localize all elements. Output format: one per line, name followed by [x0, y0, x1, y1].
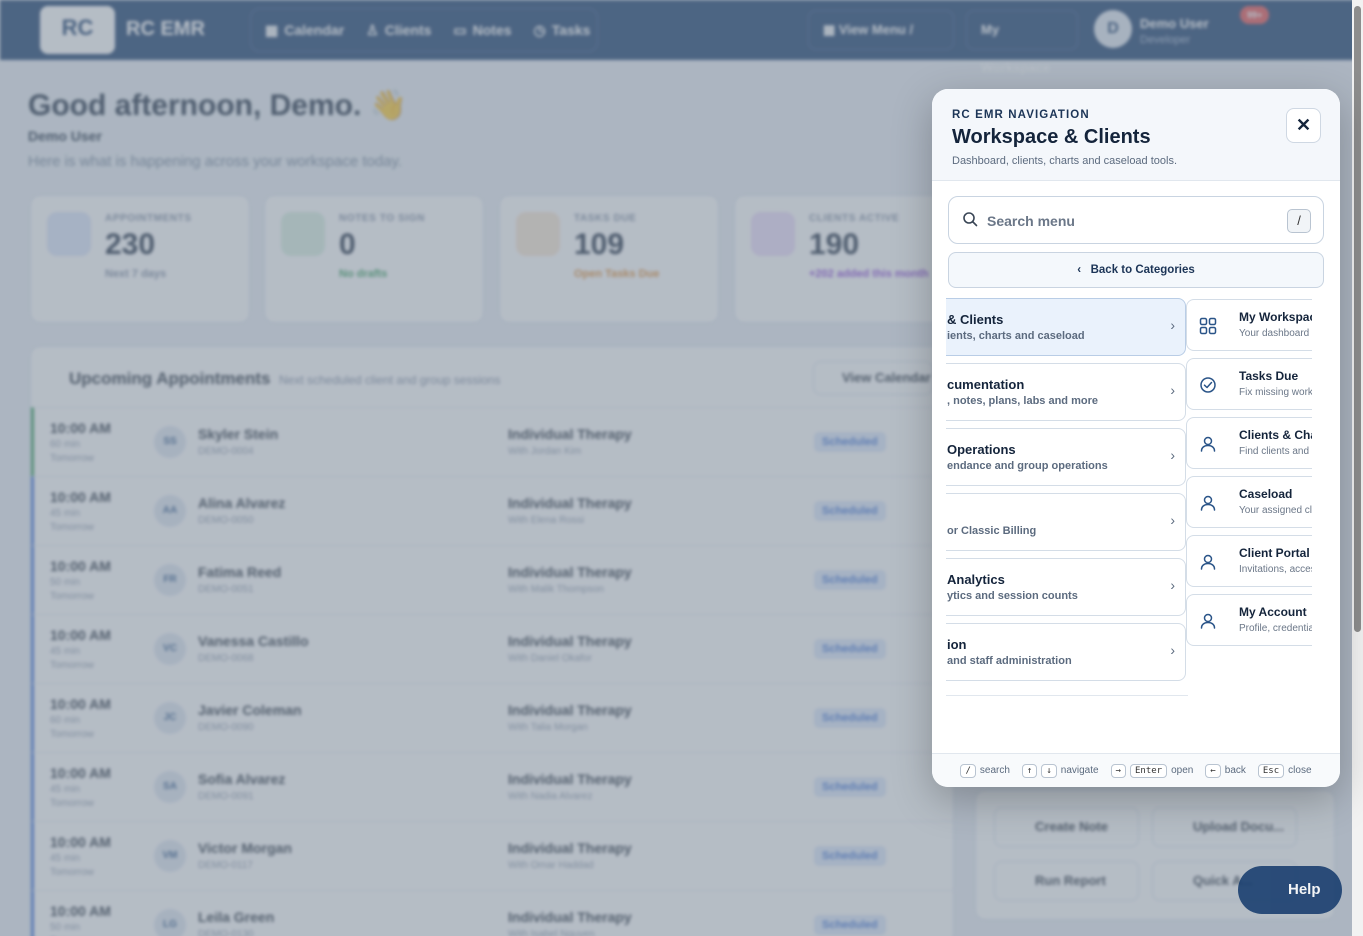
category-list: & Clients ients, charts and caseload › cum… [946, 297, 1188, 697]
search-input[interactable]: Search menu [987, 213, 1075, 229]
user-icon [1200, 613, 1216, 629]
keyboard-hints: / search ↑ ↓ navigate → Enter open ← back Esc c… [932, 753, 1340, 787]
menu-item-tasks-due[interactable]: Tasks Due Fix missing work [1186, 358, 1312, 410]
panel-eyebrow: RC EMR NAVIGATION [952, 109, 1090, 121]
hint-search: search [979, 765, 1010, 776]
menu-item-clients-charts[interactable]: Clients & Cha Find clients and c [1186, 417, 1312, 469]
back-label: Back to Categories [1090, 264, 1195, 276]
user-icon [1200, 554, 1216, 570]
category-desc: endance and group operations [947, 460, 1108, 472]
category-title: & Clients [947, 312, 1004, 327]
category-title: cumentation [947, 377, 1025, 392]
chevron-right-icon: › [1170, 577, 1175, 593]
item-title: Caseload [1239, 487, 1293, 501]
chevron-right-icon: › [1170, 382, 1175, 398]
search-menu-field[interactable]: Search menu / [948, 196, 1324, 244]
panel-description: Dashboard, clients, charts and caseload … [952, 155, 1178, 167]
category-analytics[interactable]: Analytics ytics and session counts › [946, 558, 1186, 616]
chevron-right-icon: › [1170, 512, 1175, 528]
category-documentation[interactable]: cumentation , notes, plans, labs and more… [946, 363, 1186, 421]
check-circle-icon [1200, 377, 1216, 393]
user-icon [1200, 436, 1216, 452]
key-left: ← [1205, 763, 1221, 778]
category-desc: and staff administration [947, 655, 1072, 667]
item-desc: Find clients and c [1239, 446, 1312, 457]
category-workspace-clients[interactable]: & Clients ients, charts and caseload › [946, 298, 1186, 356]
scrollbar-thumb[interactable] [1354, 6, 1361, 632]
page-scrollbar[interactable] [1352, 0, 1363, 936]
help-label: Help [1288, 881, 1321, 898]
item-title: Client Portal [1239, 546, 1310, 560]
item-desc: Invitations, acces [1239, 564, 1312, 575]
key-down: ↓ [1041, 763, 1057, 778]
hint-open: open [1171, 765, 1194, 776]
close-icon: ✕ [1295, 115, 1312, 135]
panel-header: RC EMR NAVIGATION Workspace & Clients Da… [932, 89, 1340, 181]
user-icon [1200, 495, 1216, 511]
chevron-left-icon: ‹ [1077, 264, 1091, 276]
divider [946, 695, 1188, 696]
item-desc: Fix missing work [1239, 387, 1312, 398]
key-esc: Esc [1257, 763, 1285, 778]
chevron-right-icon: › [1170, 447, 1175, 463]
key-enter: Enter [1130, 763, 1168, 778]
key-right: → [1110, 763, 1126, 778]
menu-item-list: My Workspace Your dashboard a Tasks Due … [1186, 299, 1312, 699]
hint-back: back [1224, 765, 1246, 776]
navigation-panel: RC EMR NAVIGATION Workspace & Clients Da… [932, 89, 1340, 787]
hint-close: close [1288, 765, 1312, 776]
search-icon [963, 212, 978, 227]
menu-item-caseload[interactable]: Caseload Your assigned cli [1186, 476, 1312, 528]
category-title: Analytics [947, 572, 1005, 587]
category-desc: , notes, plans, labs and more [947, 395, 1098, 407]
help-button[interactable]: Help [1238, 866, 1342, 914]
item-title: My Workspace [1239, 310, 1312, 324]
item-desc: Your dashboard a [1239, 328, 1312, 339]
category-title: ion [947, 637, 967, 652]
grid-icon [1199, 317, 1217, 335]
category-administration[interactable]: ion and staff administration › [946, 623, 1186, 681]
item-title: My Account [1239, 605, 1307, 619]
menu-item-my-account[interactable]: My Account Profile, credentia [1186, 594, 1312, 646]
category-desc: ytics and session counts [947, 590, 1078, 602]
category-billing[interactable]: or Classic Billing › [946, 493, 1186, 551]
chevron-right-icon: › [1170, 642, 1175, 658]
category-desc: or Classic Billing [947, 525, 1037, 537]
hint-navigate: navigate [1060, 765, 1099, 776]
item-desc: Your assigned cli [1239, 505, 1312, 516]
panel-title: Workspace & Clients [952, 126, 1151, 148]
search-shortcut-key: / [1287, 209, 1311, 233]
key-slash: / [960, 763, 976, 778]
menu-item-client-portal[interactable]: Client Portal Invitations, acces [1186, 535, 1312, 587]
item-title: Tasks Due [1239, 369, 1299, 383]
category-operations[interactable]: Operations endance and group operations › [946, 428, 1186, 486]
item-title: Clients & Cha [1239, 428, 1312, 442]
close-button[interactable]: ✕ [1286, 108, 1321, 143]
chevron-right-icon: › [1170, 317, 1175, 333]
item-desc: Profile, credentia [1239, 623, 1312, 634]
key-up: ↑ [1021, 763, 1038, 778]
category-title: Operations [947, 442, 1016, 457]
category-desc: ients, charts and caseload [947, 330, 1085, 342]
menu-item-my-workspace[interactable]: My Workspace Your dashboard a [1186, 299, 1312, 351]
back-to-categories-button[interactable]: ‹ Back to Categories [948, 252, 1324, 288]
